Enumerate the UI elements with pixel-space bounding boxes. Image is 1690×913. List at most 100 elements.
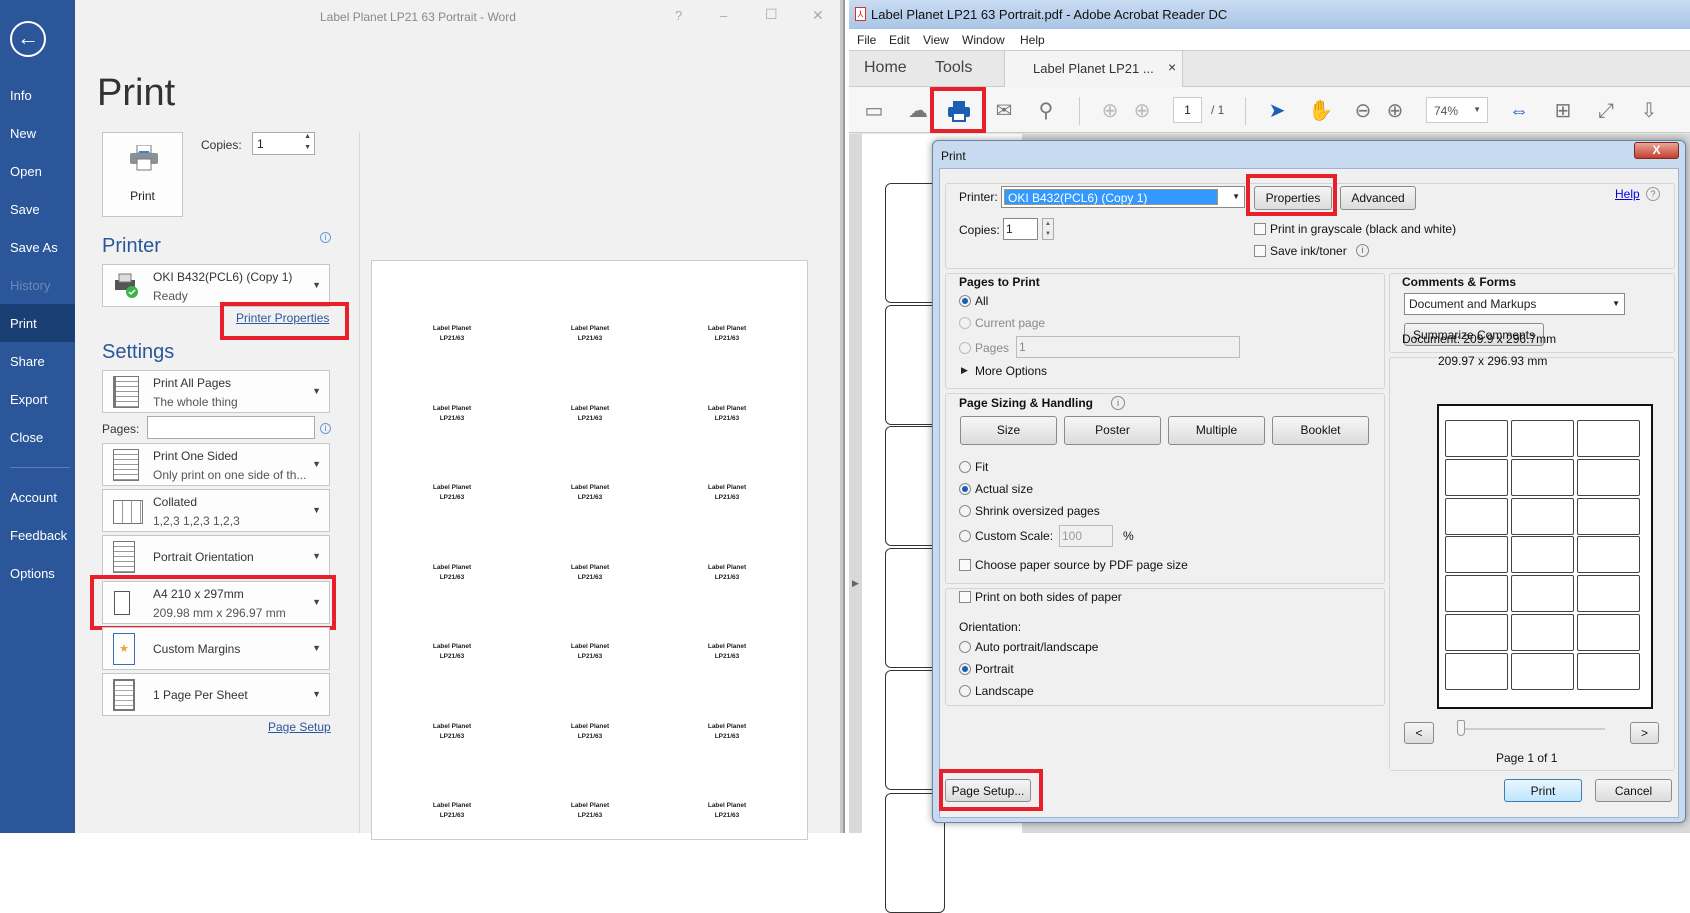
portrait-radio[interactable]	[959, 663, 971, 675]
current-page-label: Current page	[975, 316, 1046, 330]
sidebar-item-print[interactable]: Print	[10, 316, 37, 331]
help-icon[interactable]: ?	[1646, 187, 1660, 201]
multiple-button[interactable]: Multiple	[1168, 416, 1265, 445]
copies-spinner[interactable]: ▲ ▼	[1042, 218, 1054, 240]
back-arrow-icon[interactable]: ←	[10, 21, 46, 57]
pages-input[interactable]	[147, 416, 315, 439]
email-icon[interactable]: ✉	[992, 99, 1016, 123]
scroll-mode-icon[interactable]: ⇩	[1637, 99, 1661, 123]
menu-view[interactable]: View	[923, 33, 949, 47]
sidebar-item-options[interactable]: Options	[10, 566, 55, 581]
next-page-icon[interactable]: ⊕	[1130, 99, 1154, 123]
help-link[interactable]: Help	[1615, 187, 1640, 201]
expand-panel-icon[interactable]: ▶	[852, 578, 859, 589]
zoom-out-icon[interactable]: ⊖	[1351, 99, 1375, 123]
paper-source-checkbox[interactable]	[959, 559, 971, 571]
setting-sides[interactable]: Print One Sided Only print on one side o…	[102, 443, 330, 486]
landscape-radio[interactable]	[959, 685, 971, 697]
pages-input[interactable]: 1	[1016, 336, 1240, 358]
booklet-button[interactable]: Booklet	[1272, 416, 1369, 445]
tab-document[interactable]: Label Planet LP21 ... ×	[1004, 51, 1183, 87]
minimize-button[interactable]: –	[720, 8, 727, 23]
printer-dropdown[interactable]: OKI B432(PCL6) (Copy 1) Ready ▼	[102, 264, 330, 307]
setting-print-pages[interactable]: Print All Pages The whole thing ▼	[102, 370, 330, 413]
hand-tool-icon[interactable]: ✋	[1308, 99, 1333, 123]
pages-radio[interactable]	[959, 342, 971, 354]
sidebar-item-close[interactable]: Close	[10, 430, 43, 445]
info-icon[interactable]: i	[320, 423, 331, 434]
actual-size-radio[interactable]	[959, 483, 971, 495]
spin-up-icon[interactable]: ▲	[304, 133, 311, 140]
sidebar-item-feedback[interactable]: Feedback	[10, 528, 67, 543]
previous-page-icon[interactable]: ⊕	[1098, 99, 1122, 123]
full-screen-icon[interactable]: ⤢	[1594, 99, 1618, 123]
label-line-2: LP21/63	[577, 653, 603, 660]
help-button[interactable]: ?	[675, 8, 682, 23]
fit-page-icon[interactable]: ⊞	[1551, 99, 1575, 123]
current-page-radio[interactable]	[959, 317, 971, 329]
custom-scale-input[interactable]: 100	[1059, 525, 1113, 547]
auto-orientation-radio[interactable]	[959, 641, 971, 653]
tab-close-icon[interactable]: ×	[1168, 59, 1176, 75]
sidebar-item-new[interactable]: New	[10, 126, 36, 141]
sidebar-item-account[interactable]: Account	[10, 490, 57, 505]
advanced-button[interactable]: Advanced	[1340, 186, 1416, 210]
poster-button[interactable]: Poster	[1064, 416, 1161, 445]
label-line-1: Label Planet	[570, 484, 610, 491]
dialog-close-button[interactable]: X	[1634, 142, 1679, 159]
page-number-input[interactable]: 1	[1173, 97, 1202, 123]
comments-select[interactable]: Document and Markups ▼	[1404, 293, 1625, 315]
menu-help[interactable]: Help	[1020, 33, 1045, 47]
search-icon[interactable]: ⚲	[1034, 99, 1058, 123]
fit-width-icon[interactable]: ⇔	[1507, 99, 1531, 123]
maximize-button[interactable]: ☐	[765, 6, 778, 23]
size-button[interactable]: Size	[960, 416, 1057, 445]
save-icon[interactable]: ▭	[862, 99, 886, 123]
spin-down-icon[interactable]: ▼	[304, 144, 311, 151]
both-sides-checkbox[interactable]	[959, 591, 971, 603]
info-icon[interactable]: i	[1356, 244, 1369, 257]
sidebar-item-info[interactable]: Info	[10, 88, 32, 103]
sidebar-item-open[interactable]: Open	[10, 164, 42, 179]
select-cursor-icon[interactable]: ➤	[1265, 99, 1289, 123]
close-button[interactable]: ✕	[812, 7, 824, 24]
tab-tools[interactable]: Tools	[935, 59, 972, 77]
setting-orientation[interactable]: Portrait Orientation ▼	[102, 535, 330, 578]
sidebar-item-save-as[interactable]: Save As	[10, 240, 58, 255]
setting-pages-per-sheet[interactable]: 1 Page Per Sheet ▼	[102, 673, 330, 716]
save-ink-checkbox[interactable]	[1254, 245, 1266, 257]
more-options[interactable]: More Options	[975, 364, 1047, 378]
next-page-button[interactable]: >	[1630, 722, 1659, 744]
previous-page-button[interactable]: <	[1404, 722, 1434, 744]
sidebar-item-export[interactable]: Export	[10, 392, 48, 407]
setting-collation[interactable]: Collated 1,2,3 1,2,3 1,2,3 ▼	[102, 489, 330, 532]
tab-home[interactable]: Home	[864, 59, 907, 77]
page-slider-thumb[interactable]	[1457, 720, 1465, 736]
menu-window[interactable]: Window	[962, 33, 1005, 47]
printer-select[interactable]: OKI B432(PCL6) (Copy 1) ▼	[1001, 186, 1245, 208]
all-pages-radio[interactable]	[959, 295, 971, 307]
copies-input[interactable]: 1 ▲ ▼	[252, 132, 315, 155]
print-button[interactable]: Print	[102, 132, 183, 217]
expand-triangle-icon[interactable]: ▶	[961, 365, 968, 376]
shrink-radio[interactable]	[959, 505, 971, 517]
cancel-button[interactable]: Cancel	[1595, 779, 1672, 802]
grayscale-checkbox[interactable]	[1254, 223, 1266, 235]
pages-to-print-heading: Pages to Print	[959, 275, 1040, 289]
sidebar-item-share[interactable]: Share	[10, 354, 45, 369]
fit-radio[interactable]	[959, 461, 971, 473]
zoom-in-icon[interactable]: ⊕	[1383, 99, 1407, 123]
zoom-dropdown[interactable]: 74% ▼	[1426, 97, 1488, 123]
info-icon[interactable]: i	[1111, 396, 1125, 410]
page-setup-link[interactable]: Page Setup	[268, 720, 331, 734]
copies-input[interactable]: 1	[1003, 218, 1038, 240]
menu-file[interactable]: File	[857, 33, 876, 47]
setting-margins[interactable]: ★ Custom Margins ▼	[102, 627, 330, 670]
sidebar-item-save[interactable]: Save	[10, 202, 40, 217]
custom-scale-radio[interactable]	[959, 530, 971, 542]
scrollbar[interactable]	[840, 0, 843, 833]
print-button[interactable]: Print	[1504, 779, 1582, 802]
cloud-upload-icon[interactable]: ☁	[906, 99, 930, 123]
menu-edit[interactable]: Edit	[889, 33, 910, 47]
info-icon[interactable]: i	[320, 232, 331, 243]
